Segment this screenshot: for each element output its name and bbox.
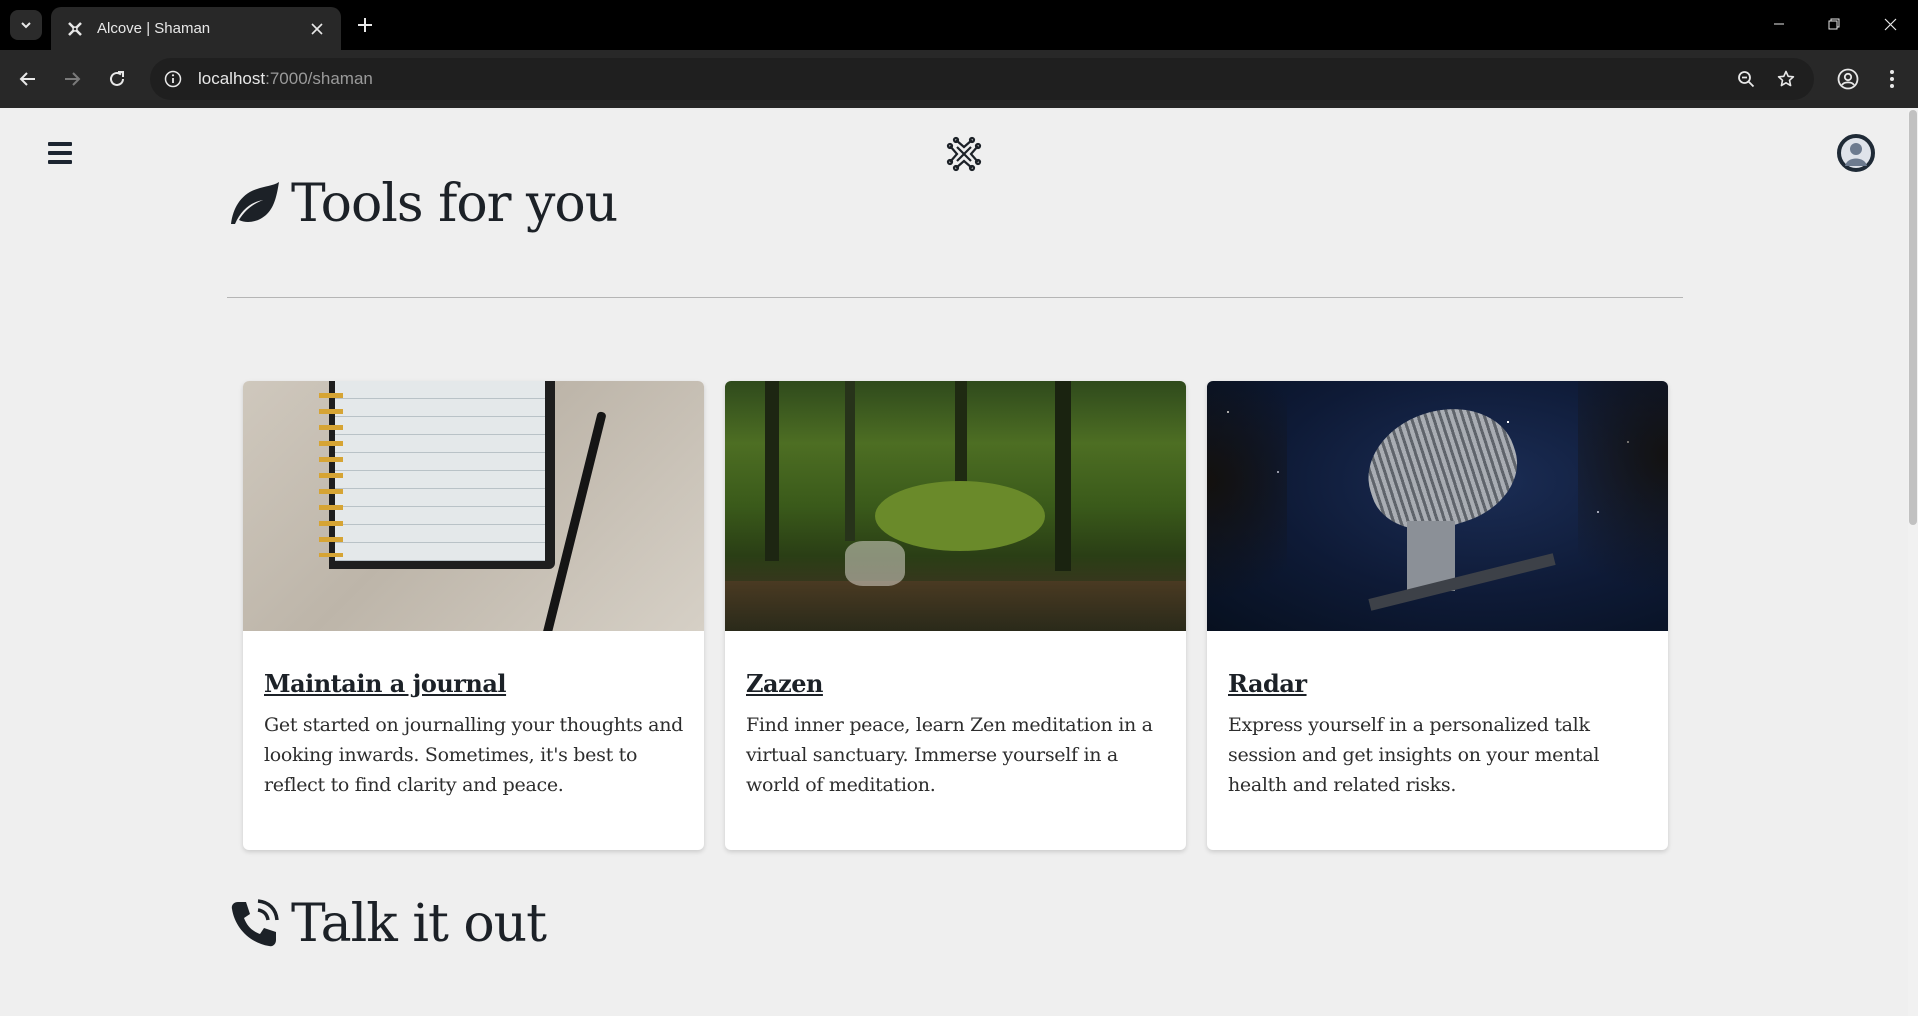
card-title-radar[interactable]: Radar — [1228, 669, 1307, 698]
card-title-journal[interactable]: Maintain a journal — [264, 669, 507, 698]
restore-button[interactable] — [1811, 8, 1857, 40]
card-journal[interactable]: Maintain a journal Get started on journa… — [243, 381, 704, 850]
leaf-icon — [227, 178, 281, 230]
tab-close-icon[interactable] — [307, 19, 327, 39]
section-title-talk: Talk it out — [291, 894, 547, 954]
card-description-journal: Get started on journalling your thoughts… — [264, 714, 684, 796]
new-tab-button[interactable] — [352, 12, 378, 38]
arrow-left-icon — [19, 72, 35, 86]
profile-button[interactable] — [1832, 63, 1864, 95]
browser-tabstrip: Alcove | Shaman — [0, 0, 1918, 50]
site-info-icon[interactable] — [156, 62, 190, 96]
hamburger-menu-icon[interactable] — [48, 138, 78, 168]
section-header-tools: Tools for you — [227, 174, 618, 234]
url-host: localhost — [198, 69, 266, 88]
minimize-button[interactable] — [1756, 8, 1802, 40]
forest-stream-image — [725, 381, 1186, 631]
chevron-down-icon — [21, 22, 31, 29]
user-icon — [1841, 138, 1871, 168]
card-radar[interactable]: Radar Express yourself in a personalized… — [1207, 381, 1668, 850]
forward-button[interactable] — [56, 63, 88, 95]
page-scrollbar[interactable] — [1908, 108, 1918, 1016]
restore-icon — [1828, 18, 1840, 30]
section-divider — [227, 297, 1683, 298]
alcove-logo-icon[interactable] — [944, 134, 984, 174]
account-circle-icon — [1837, 68, 1859, 90]
page-viewport: Tools for you Maintain a journal Get sta… — [0, 108, 1918, 1016]
minimize-icon — [1774, 23, 1784, 25]
close-icon — [1884, 18, 1896, 30]
section-header-talk: Talk it out — [227, 894, 547, 954]
alcove-favicon-icon — [65, 19, 85, 39]
address-bar[interactable]: localhost:7000/shaman — [150, 58, 1814, 100]
plus-icon — [358, 18, 372, 32]
browser-tab[interactable]: Alcove | Shaman — [51, 7, 341, 50]
scrollbar-thumb[interactable] — [1909, 110, 1917, 525]
card-zazen[interactable]: Zazen Find inner peace, learn Zen medita… — [725, 381, 1186, 850]
card-description-radar: Express yourself in a personalized talk … — [1228, 714, 1600, 796]
reload-button[interactable] — [101, 63, 133, 95]
bookmark-star-icon[interactable] — [1770, 63, 1802, 95]
zoom-icon[interactable] — [1730, 63, 1762, 95]
close-window-button[interactable] — [1867, 8, 1913, 40]
back-button[interactable] — [12, 63, 44, 95]
notebook-and-pen-image — [243, 381, 704, 631]
section-title-tools: Tools for you — [291, 174, 618, 234]
user-avatar[interactable] — [1837, 134, 1875, 172]
browser-menu-button[interactable] — [1876, 63, 1908, 95]
tab-title: Alcove | Shaman — [97, 20, 211, 37]
card-description-zazen: Find inner peace, learn Zen meditation i… — [746, 714, 1153, 796]
url-text[interactable]: localhost:7000/shaman — [198, 69, 373, 89]
phone-icon — [227, 898, 281, 950]
radar-dish-night-image — [1207, 381, 1668, 631]
card-title-zazen[interactable]: Zazen — [746, 669, 823, 698]
arrow-right-icon — [65, 72, 81, 86]
tab-search-button[interactable] — [10, 10, 42, 40]
reload-icon — [110, 71, 124, 86]
browser-toolbar: localhost:7000/shaman — [0, 50, 1918, 108]
url-path: :7000/shaman — [265, 69, 373, 88]
kebab-menu-icon — [1890, 70, 1894, 88]
